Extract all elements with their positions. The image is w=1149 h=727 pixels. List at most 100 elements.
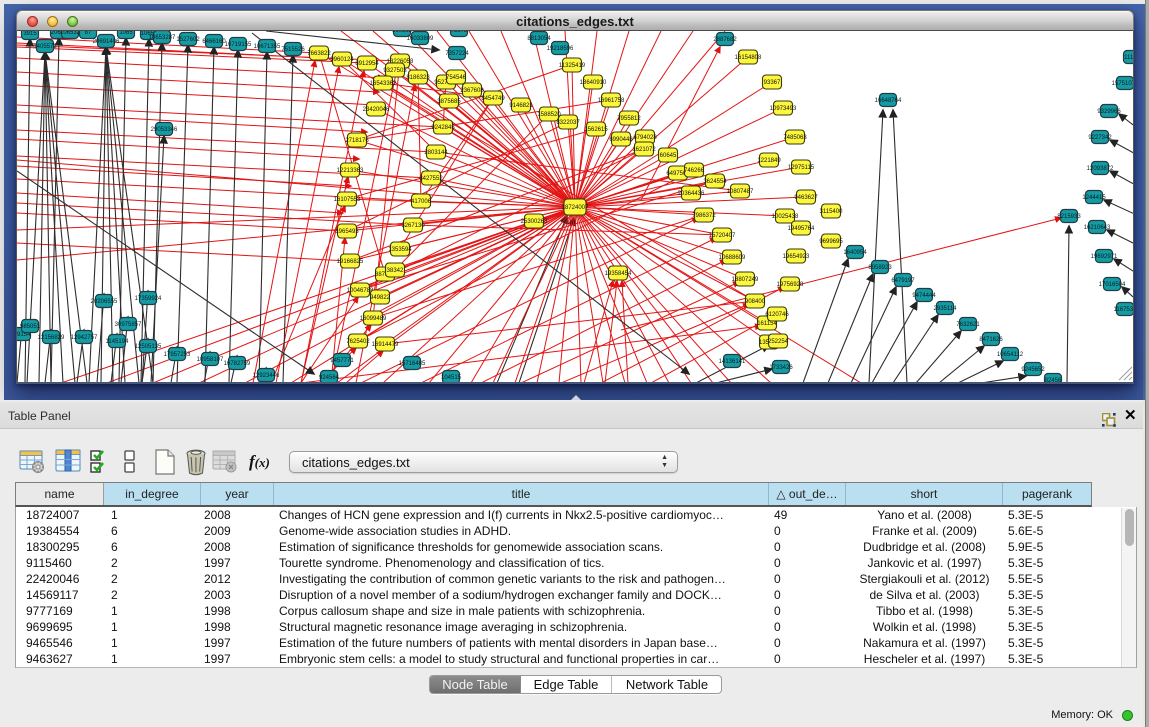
svg-text:10025438: 10025438 xyxy=(772,214,799,220)
svg-text:3115400: 3115400 xyxy=(820,209,844,215)
svg-text:17359924: 17359924 xyxy=(135,296,162,302)
svg-text:8427552: 8427552 xyxy=(419,176,443,182)
svg-text:20691406: 20691406 xyxy=(93,39,120,45)
svg-text:9329966: 9329966 xyxy=(1097,109,1121,115)
svg-text:19166825: 19166825 xyxy=(337,259,364,265)
svg-text:29053346: 29053346 xyxy=(151,127,178,133)
svg-text:14136141: 14136141 xyxy=(719,359,746,365)
svg-text:20364436: 20364436 xyxy=(678,191,705,197)
svg-text:60645: 60645 xyxy=(660,153,677,159)
svg-text:16961758: 16961758 xyxy=(598,98,625,104)
svg-text:19358454: 19358454 xyxy=(605,271,632,277)
svg-text:18807249: 18807249 xyxy=(732,277,759,283)
svg-text:12213363: 12213363 xyxy=(337,168,364,174)
svg-text:1221849: 1221849 xyxy=(757,158,781,164)
svg-text:9474444: 9474444 xyxy=(912,293,936,299)
svg-text:8813054: 8813054 xyxy=(527,36,551,42)
svg-text:754546: 754546 xyxy=(446,75,467,81)
svg-text:19756928: 19756928 xyxy=(777,282,804,288)
svg-text:949822: 949822 xyxy=(370,295,391,301)
svg-text:3267130: 3267130 xyxy=(401,223,425,229)
svg-text:82456: 82456 xyxy=(1045,378,1062,383)
svg-text:3875685: 3875685 xyxy=(437,99,461,105)
svg-text:8186323: 8186323 xyxy=(406,75,430,81)
svg-text:73572: 73572 xyxy=(451,31,468,34)
svg-text:12156829: 12156829 xyxy=(38,335,65,341)
svg-text:8912954: 8912954 xyxy=(355,61,379,67)
svg-text:23420046: 23420046 xyxy=(363,107,390,113)
svg-text:2803144: 2803144 xyxy=(424,150,448,156)
svg-text:12505135: 12505135 xyxy=(135,344,162,350)
svg-text:16154808: 16154808 xyxy=(735,55,762,61)
svg-text:9146821: 9146821 xyxy=(509,103,533,109)
svg-text:19692971: 19692971 xyxy=(1091,254,1118,260)
svg-text:20206555: 20206555 xyxy=(91,299,118,305)
svg-text:18724007: 18724007 xyxy=(562,205,589,211)
svg-text:9960124: 9960124 xyxy=(330,57,354,63)
svg-text:12942757: 12942757 xyxy=(71,335,98,341)
svg-text:15751074: 15751074 xyxy=(1112,81,1134,87)
svg-text:2367608: 2367608 xyxy=(460,88,484,94)
svg-text:16914479: 16914479 xyxy=(372,342,399,348)
svg-text:924564: 924564 xyxy=(319,375,340,381)
svg-text:10958107: 10958107 xyxy=(197,357,224,363)
svg-text:1145194: 1145194 xyxy=(106,339,130,345)
svg-text:16099489: 16099489 xyxy=(360,316,387,322)
svg-text:16543362: 16543362 xyxy=(370,81,397,87)
svg-text:7955812: 7955812 xyxy=(617,116,641,122)
svg-text:9227342: 9227342 xyxy=(1088,135,1112,141)
svg-text:8322037: 8322037 xyxy=(556,120,580,126)
svg-text:1065: 1065 xyxy=(119,31,133,36)
svg-text:8958923: 8958923 xyxy=(868,265,892,271)
svg-text:1527602: 1527602 xyxy=(176,37,200,43)
svg-text:17016504: 17016504 xyxy=(1099,282,1126,288)
svg-text:7663822: 7663822 xyxy=(307,51,331,57)
svg-text:17957253: 17957253 xyxy=(164,352,191,358)
svg-text:2718176: 2718176 xyxy=(345,138,369,144)
svg-text:6479197: 6479197 xyxy=(891,278,915,284)
svg-text:1405572: 1405572 xyxy=(33,44,57,50)
svg-text:1965493: 1965493 xyxy=(335,229,359,235)
svg-text:7625402: 7625402 xyxy=(346,339,370,345)
svg-text:11325419: 11325419 xyxy=(559,63,586,69)
svg-text:10973493: 10973493 xyxy=(770,106,797,112)
svg-text:16107553: 16107553 xyxy=(334,197,361,203)
svg-text:10807487: 10807487 xyxy=(727,189,754,195)
svg-text:7485063: 7485063 xyxy=(783,135,807,141)
svg-text:417006: 417006 xyxy=(411,199,432,205)
svg-text:7632621: 7632621 xyxy=(956,322,980,328)
svg-text:15720407: 15720407 xyxy=(709,233,736,239)
svg-text:12093872: 12093872 xyxy=(1087,166,1114,172)
svg-text:19218596: 19218596 xyxy=(547,46,574,52)
svg-text:16648764: 16648764 xyxy=(875,98,902,104)
svg-text:93367: 93367 xyxy=(764,80,781,86)
svg-text:9457771: 9457771 xyxy=(330,358,354,364)
svg-text:106532: 106532 xyxy=(60,31,81,36)
svg-text:8215933: 8215933 xyxy=(1057,214,1081,220)
svg-text:3624554: 3624554 xyxy=(703,179,727,185)
svg-text:3915: 3915 xyxy=(23,31,37,37)
svg-text:1588520: 1588520 xyxy=(537,112,561,118)
svg-text:10046788: 10046788 xyxy=(347,288,374,294)
svg-text:10719155: 10719155 xyxy=(225,42,252,48)
svg-text:1353594: 1353594 xyxy=(388,247,412,253)
svg-text:16210643: 16210643 xyxy=(1084,225,1111,231)
svg-text:9699695: 9699695 xyxy=(819,239,843,245)
svg-text:11170: 11170 xyxy=(1124,55,1134,61)
svg-text:252254: 252254 xyxy=(768,339,789,345)
svg-text:7515526: 7515526 xyxy=(281,47,305,53)
svg-text:30975857: 30975857 xyxy=(115,322,142,328)
svg-text:9327503: 9327503 xyxy=(383,68,407,74)
svg-text:9245652: 9245652 xyxy=(1021,367,1045,373)
svg-text:18640910: 18640910 xyxy=(580,80,607,86)
svg-text:6466160: 6466160 xyxy=(202,39,226,45)
svg-text:2887682: 2887682 xyxy=(713,37,737,43)
svg-text:1621072: 1621072 xyxy=(632,147,656,153)
svg-text:16782759: 16782759 xyxy=(224,361,251,367)
svg-text:16033809: 16033809 xyxy=(407,36,434,42)
svg-text:7357224: 7357224 xyxy=(445,51,469,57)
svg-text:15716485: 15716485 xyxy=(399,361,426,367)
svg-text:1562615: 1562615 xyxy=(584,127,608,133)
svg-text:19495764: 19495764 xyxy=(788,226,815,232)
svg-text:161154: 161154 xyxy=(757,321,777,327)
